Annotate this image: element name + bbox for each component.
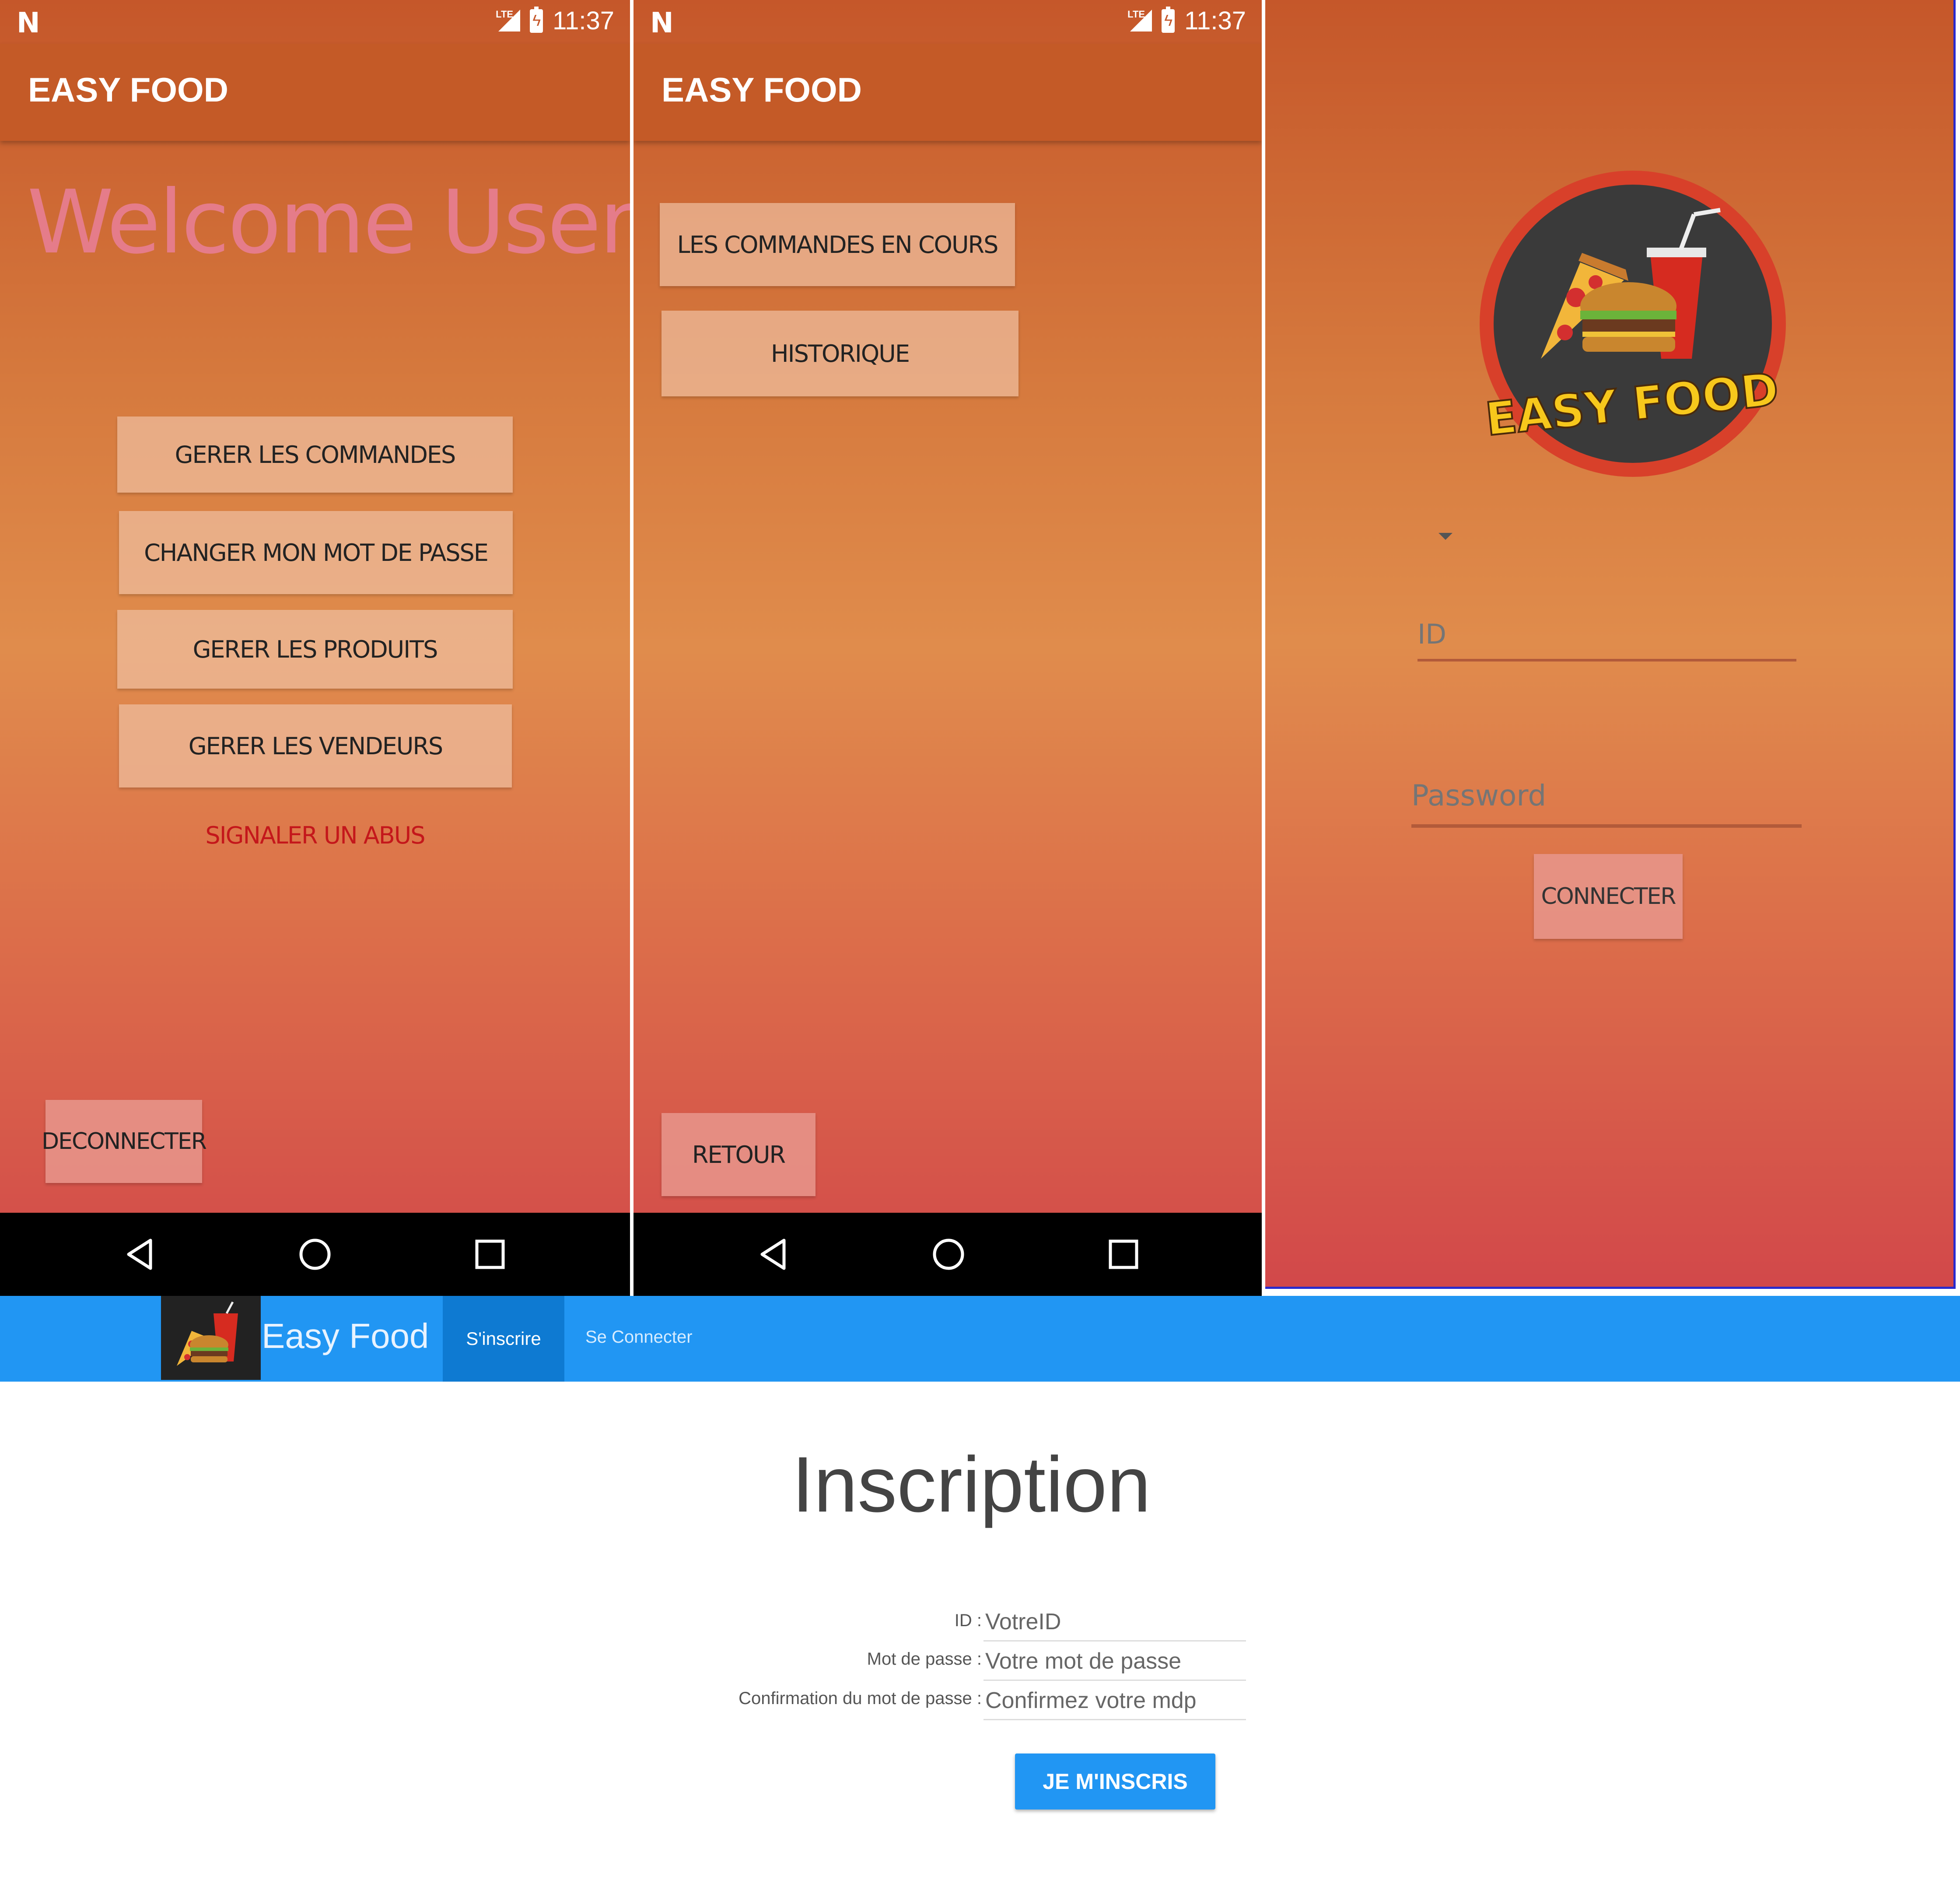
brand-logo[interactable] xyxy=(161,1296,261,1380)
web-navbar: Easy Food S'inscrire Se Connecter xyxy=(0,1296,1960,1382)
history-button[interactable]: HISTORIQUE xyxy=(662,311,1018,396)
login-screen: EASY FOOD CONNECTER xyxy=(1265,0,1956,1289)
app-bar: EASY FOOD xyxy=(0,44,630,141)
recents-icon[interactable] xyxy=(472,1237,508,1272)
notification-icon: N xyxy=(650,7,674,39)
manage-orders-button[interactable]: GERER LES COMMANDES xyxy=(117,416,513,493)
battery-icon: ϟ xyxy=(530,6,543,33)
notification-icon: N xyxy=(17,7,40,39)
status-bar: N LTE ϟ 11:37 xyxy=(0,0,630,44)
change-password-button[interactable]: CHANGER MON MOT DE PASSE xyxy=(119,511,513,594)
home-icon[interactable] xyxy=(298,1237,332,1272)
back-icon[interactable] xyxy=(123,1237,158,1272)
manage-sellers-button[interactable]: GERER LES VENDEURS xyxy=(119,704,512,788)
back-button[interactable]: RETOUR xyxy=(662,1113,816,1196)
status-time: 11:37 xyxy=(1184,7,1246,35)
id-input[interactable] xyxy=(1418,609,1796,662)
battery-icon: ϟ xyxy=(1162,6,1175,33)
web-confirm-password-input[interactable] xyxy=(984,1682,1246,1720)
manage-products-button[interactable]: GERER LES PRODUITS xyxy=(117,610,513,689)
current-orders-button[interactable]: LES COMMANDES EN COURS xyxy=(660,203,1015,286)
nav-login-tab[interactable]: Se Connecter xyxy=(585,1327,693,1347)
app-title: EASY FOOD xyxy=(662,70,862,109)
android-nav-bar xyxy=(634,1213,1262,1296)
register-submit-button[interactable]: JE M'INSCRIS xyxy=(1015,1754,1215,1810)
app-title: EASY FOOD xyxy=(28,70,228,109)
easy-food-logo: EASY FOOD xyxy=(1480,171,1786,477)
logout-button[interactable]: DECONNECTER xyxy=(42,1100,207,1183)
recents-icon[interactable] xyxy=(1106,1237,1141,1272)
signal-icon: LTE xyxy=(496,9,521,33)
password-label: Mot de passe : xyxy=(867,1649,982,1669)
food-logo-icon xyxy=(177,1301,238,1366)
password-input[interactable] xyxy=(1411,766,1802,828)
id-label: ID : xyxy=(954,1611,982,1630)
nav-register-tab[interactable]: S'inscrire xyxy=(443,1296,564,1382)
signal-icon: LTE xyxy=(1127,9,1152,33)
dropdown-arrow-icon[interactable] xyxy=(1438,533,1452,540)
web-password-input[interactable] xyxy=(984,1642,1246,1681)
web-id-input[interactable] xyxy=(984,1603,1246,1642)
connect-button[interactable]: CONNECTER xyxy=(1534,854,1683,939)
status-time: 11:37 xyxy=(553,7,614,35)
welcome-heading: Welcome User xyxy=(27,172,630,273)
orders-screen: N LTE ϟ 11:37 EASY FOOD LES COMMANDES EN… xyxy=(634,0,1262,1296)
android-nav-bar xyxy=(0,1213,630,1296)
page-title: Inscription xyxy=(792,1441,1151,1529)
back-icon[interactable] xyxy=(757,1237,792,1272)
admin-screen: N LTE ϟ 11:37 EASY FOOD Welcome User GER… xyxy=(0,0,630,1296)
app-bar: EASY FOOD xyxy=(634,44,1262,141)
home-icon[interactable] xyxy=(931,1237,966,1272)
confirm-password-label: Confirmation du mot de passe : xyxy=(738,1689,982,1708)
status-bar: N LTE ϟ 11:37 xyxy=(634,0,1262,44)
report-abuse-link[interactable]: SIGNALER UN ABUS xyxy=(0,822,630,849)
brand-name[interactable]: Easy Food xyxy=(262,1316,429,1356)
